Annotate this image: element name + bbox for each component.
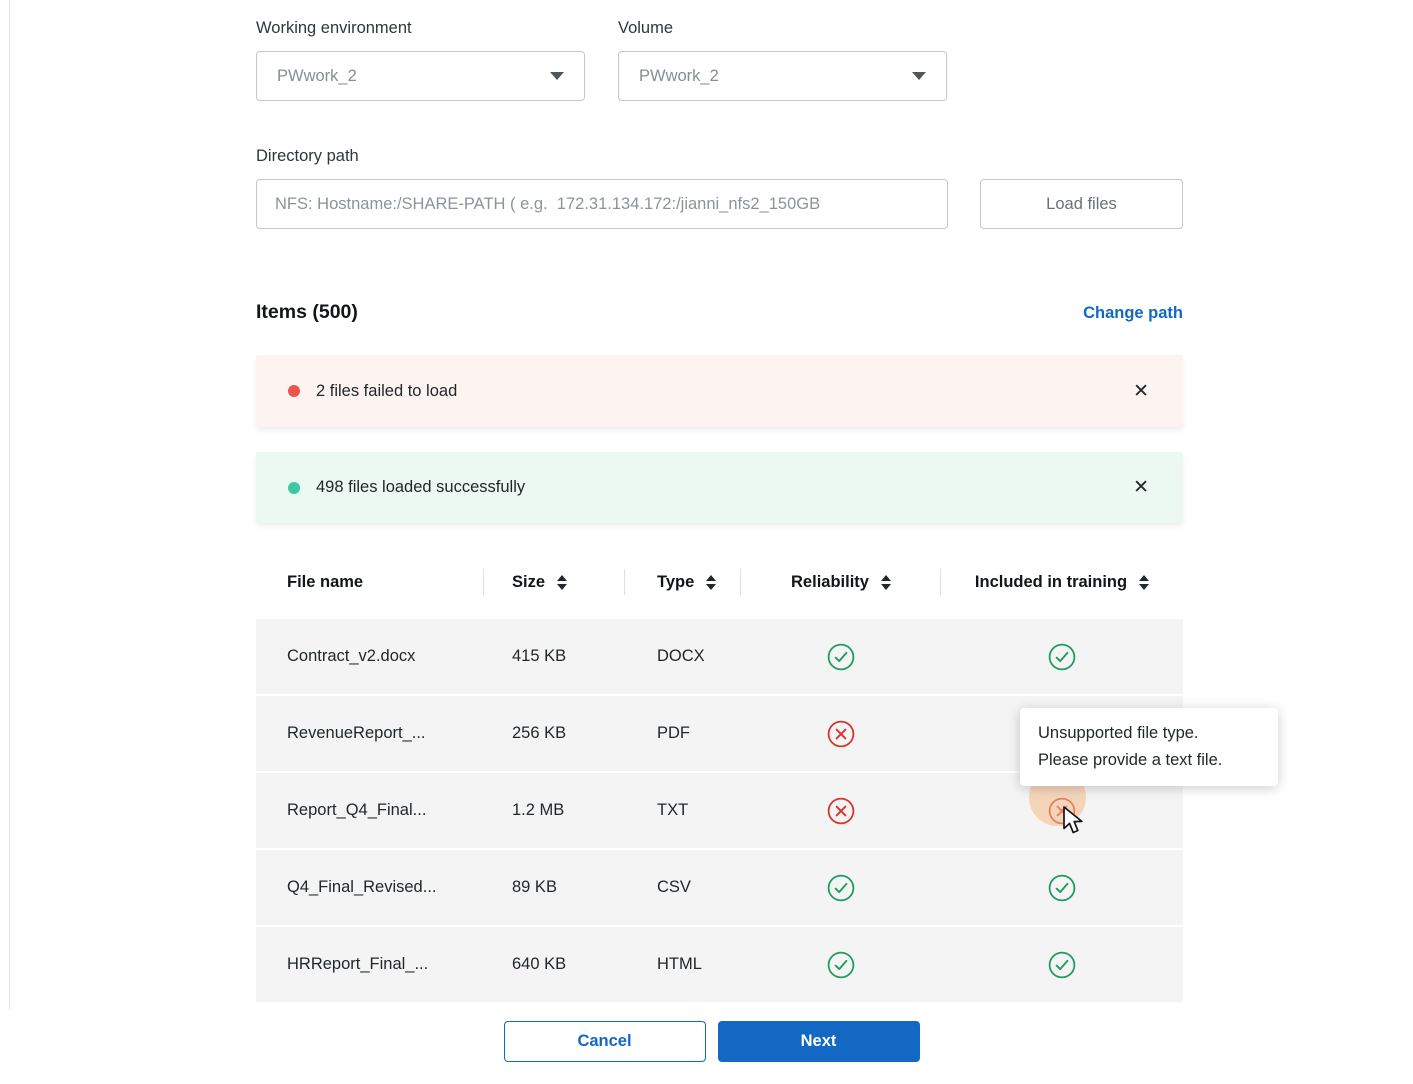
header-label: Size <box>512 573 545 592</box>
directory-path-input[interactable] <box>256 179 948 229</box>
success-icon <box>1048 874 1076 902</box>
cell-size: 1.2 MB <box>484 773 625 848</box>
success-banner: 498 files loaded successfully ✕ <box>256 452 1183 523</box>
change-path-link[interactable]: Change path <box>1083 304 1183 323</box>
sort-icon <box>881 575 891 590</box>
table-header: File name Size Type Reliability Included… <box>256 545 1183 619</box>
success-icon <box>827 951 855 979</box>
header-size-sort[interactable]: Size <box>484 545 625 619</box>
header-type-sort[interactable]: Type <box>625 545 741 619</box>
cell-type: TXT <box>625 773 741 848</box>
cell-size: 89 KB <box>484 850 625 925</box>
header-reliability-sort[interactable]: Reliability <box>741 545 941 619</box>
cell-type: DOCX <box>625 619 741 694</box>
tooltip: Unsupported file type. Please provide a … <box>1020 708 1278 786</box>
volume-value: PWwork_2 <box>639 67 719 86</box>
working-environment-select[interactable]: PWwork_2 <box>256 51 585 101</box>
cell-type: PDF <box>625 696 741 771</box>
header-label: File name <box>287 573 363 592</box>
next-button[interactable]: Next <box>718 1021 920 1062</box>
load-files-button[interactable]: Load files <box>980 179 1183 229</box>
cell-size: 256 KB <box>484 696 625 771</box>
cell-type: CSV <box>625 850 741 925</box>
sort-icon <box>557 575 567 590</box>
table-row: Contract_v2.docx 415 KB DOCX <box>256 619 1183 694</box>
cell-type: HTML <box>625 927 741 1002</box>
error-banner: 2 files failed to load ✕ <box>256 355 1183 427</box>
error-status-dot <box>288 385 300 397</box>
tooltip-line: Please provide a text file. <box>1038 747 1260 774</box>
cell-file-name: Contract_v2.docx <box>256 619 484 694</box>
sort-icon <box>1139 575 1149 590</box>
cell-file-name: RevenueReport_... <box>256 696 484 771</box>
cell-size: 415 KB <box>484 619 625 694</box>
success-status-dot <box>288 482 300 494</box>
header-included-sort[interactable]: Included in training <box>941 545 1183 619</box>
cell-file-name: Q4_Final_Revised... <box>256 850 484 925</box>
success-icon <box>1048 643 1076 671</box>
success-icon <box>827 643 855 671</box>
error-icon <box>827 797 855 825</box>
close-icon[interactable]: ✕ <box>1129 378 1153 405</box>
table-row: Q4_Final_Revised... 89 KB CSV <box>256 850 1183 925</box>
cursor-icon <box>1062 806 1089 842</box>
error-banner-text: 2 files failed to load <box>316 382 457 401</box>
header-label: Type <box>657 573 694 592</box>
success-icon <box>1048 951 1076 979</box>
cell-file-name: Report_Q4_Final... <box>256 773 484 848</box>
success-icon <box>827 874 855 902</box>
chevron-down-icon <box>550 72 564 80</box>
chevron-down-icon <box>912 72 926 80</box>
header-label: Included in training <box>975 573 1127 592</box>
cancel-button[interactable]: Cancel <box>504 1021 706 1062</box>
table-row: HRReport_Final_... 640 KB HTML <box>256 927 1183 1002</box>
volume-label: Volume <box>618 19 673 38</box>
sort-icon <box>706 575 716 590</box>
panel-edge-divider <box>9 0 10 1010</box>
items-count-title: Items (500) <box>256 301 358 324</box>
volume-select[interactable]: PWwork_2 <box>618 51 947 101</box>
header-file-name: File name <box>256 545 484 619</box>
cell-file-name: HRReport_Final_... <box>256 927 484 1002</box>
directory-path-label: Directory path <box>256 147 359 166</box>
working-environment-value: PWwork_2 <box>277 67 357 86</box>
working-environment-label: Working environment <box>256 19 412 38</box>
cell-size: 640 KB <box>484 927 625 1002</box>
error-icon <box>827 720 855 748</box>
header-label: Reliability <box>791 573 869 592</box>
close-icon[interactable]: ✕ <box>1129 474 1153 501</box>
success-banner-text: 498 files loaded successfully <box>316 478 525 497</box>
tooltip-line: Unsupported file type. <box>1038 720 1260 747</box>
footer-bar: Cancel Next <box>10 1008 1413 1084</box>
